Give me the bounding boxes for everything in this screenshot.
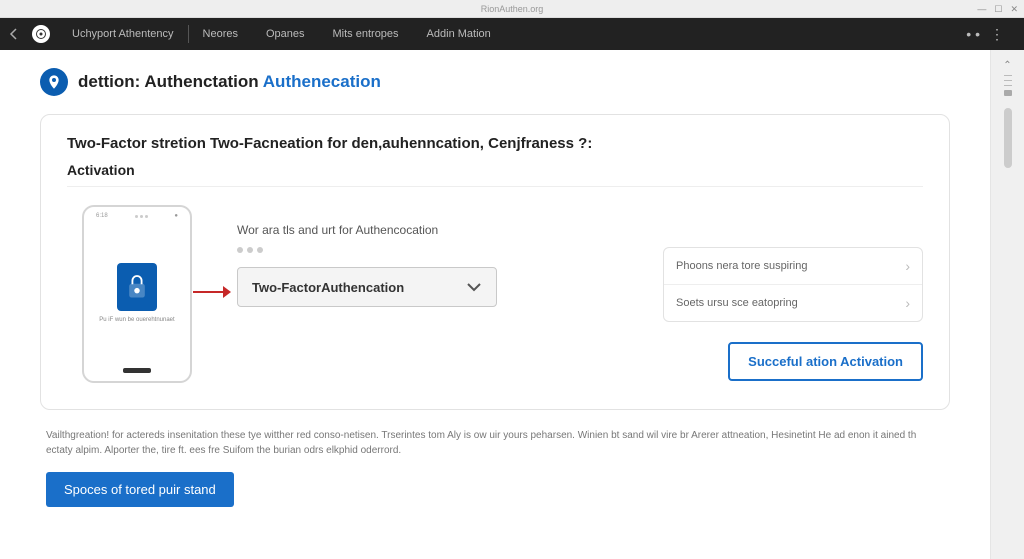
top-nav: Uchyport Athentency Neores Opanes Mits e… [0, 18, 1024, 50]
card-subtitle: Activation [67, 162, 923, 187]
option-phone[interactable]: Phoons nera tore suspiring › [664, 248, 922, 284]
chevron-right-icon: › [905, 258, 910, 274]
window-minimize[interactable]: — [977, 0, 986, 18]
nav-item-1[interactable]: Opanes [252, 18, 319, 50]
scroll-thumb[interactable] [1004, 108, 1012, 168]
nav-item-0[interactable]: Neores [189, 18, 252, 50]
phone-caption: Pu iF wun be ouerehtnunaet [95, 317, 178, 324]
nav-menu-icon[interactable]: ⋮ [990, 27, 1004, 41]
nav-item-3[interactable]: Addin Mation [413, 18, 505, 50]
brand-logo-icon [40, 68, 68, 96]
proceed-button[interactable]: Spoces of tored puir stand [46, 472, 234, 507]
card-title: Two-Factor stretion Two-Facneation for d… [67, 135, 923, 152]
activate-button[interactable]: Succeful ation Activation [728, 342, 923, 381]
loading-dots [237, 247, 633, 253]
scrollbar[interactable]: ⌃ [990, 50, 1024, 559]
auth-method-select[interactable]: Two-FactorAuthencation [237, 267, 497, 307]
select-label: Two-FactorAuthencation [252, 280, 404, 295]
phone-illustration: 6:18 ● Pu iF wun be ouerehtnunaet [82, 205, 192, 383]
window-title: RionAuthen.org [481, 4, 544, 14]
page-title: dettion: Authenctation Authenecation [78, 72, 381, 92]
nav-item-2[interactable]: Mits entropes [319, 18, 413, 50]
back-button[interactable] [0, 28, 28, 40]
instruction-text: Wor ara tls and urt for Authencocation [237, 223, 633, 237]
arrow-icon [191, 283, 231, 306]
activation-card: Two-Factor stretion Two-Facneation for d… [40, 114, 950, 410]
brand-icon [32, 25, 50, 43]
window-close[interactable]: ✕ [1010, 0, 1018, 18]
nav-overflow[interactable]: • • ⋮ [966, 27, 1004, 41]
scroll-up-icon[interactable]: ⌃ [1003, 60, 1011, 71]
chevron-right-icon: › [905, 295, 910, 311]
home-indicator [123, 368, 151, 373]
option-sms[interactable]: Soets ursu sce eatopring › [664, 284, 922, 321]
chevron-down-icon [466, 280, 482, 295]
footer-description: Vailthgreation! for actereds insenitatio… [46, 428, 944, 458]
nav-brand[interactable]: Uchyport Athentency [58, 18, 188, 50]
options-list: Phoons nera tore suspiring › Soets ursu … [663, 247, 923, 322]
window-maximize[interactable]: ☐ [994, 0, 1002, 18]
page-header: dettion: Authenctation Authenecation [40, 68, 950, 96]
lock-icon [117, 263, 157, 311]
window-titlebar: RionAuthen.org — ☐ ✕ [0, 0, 1024, 18]
